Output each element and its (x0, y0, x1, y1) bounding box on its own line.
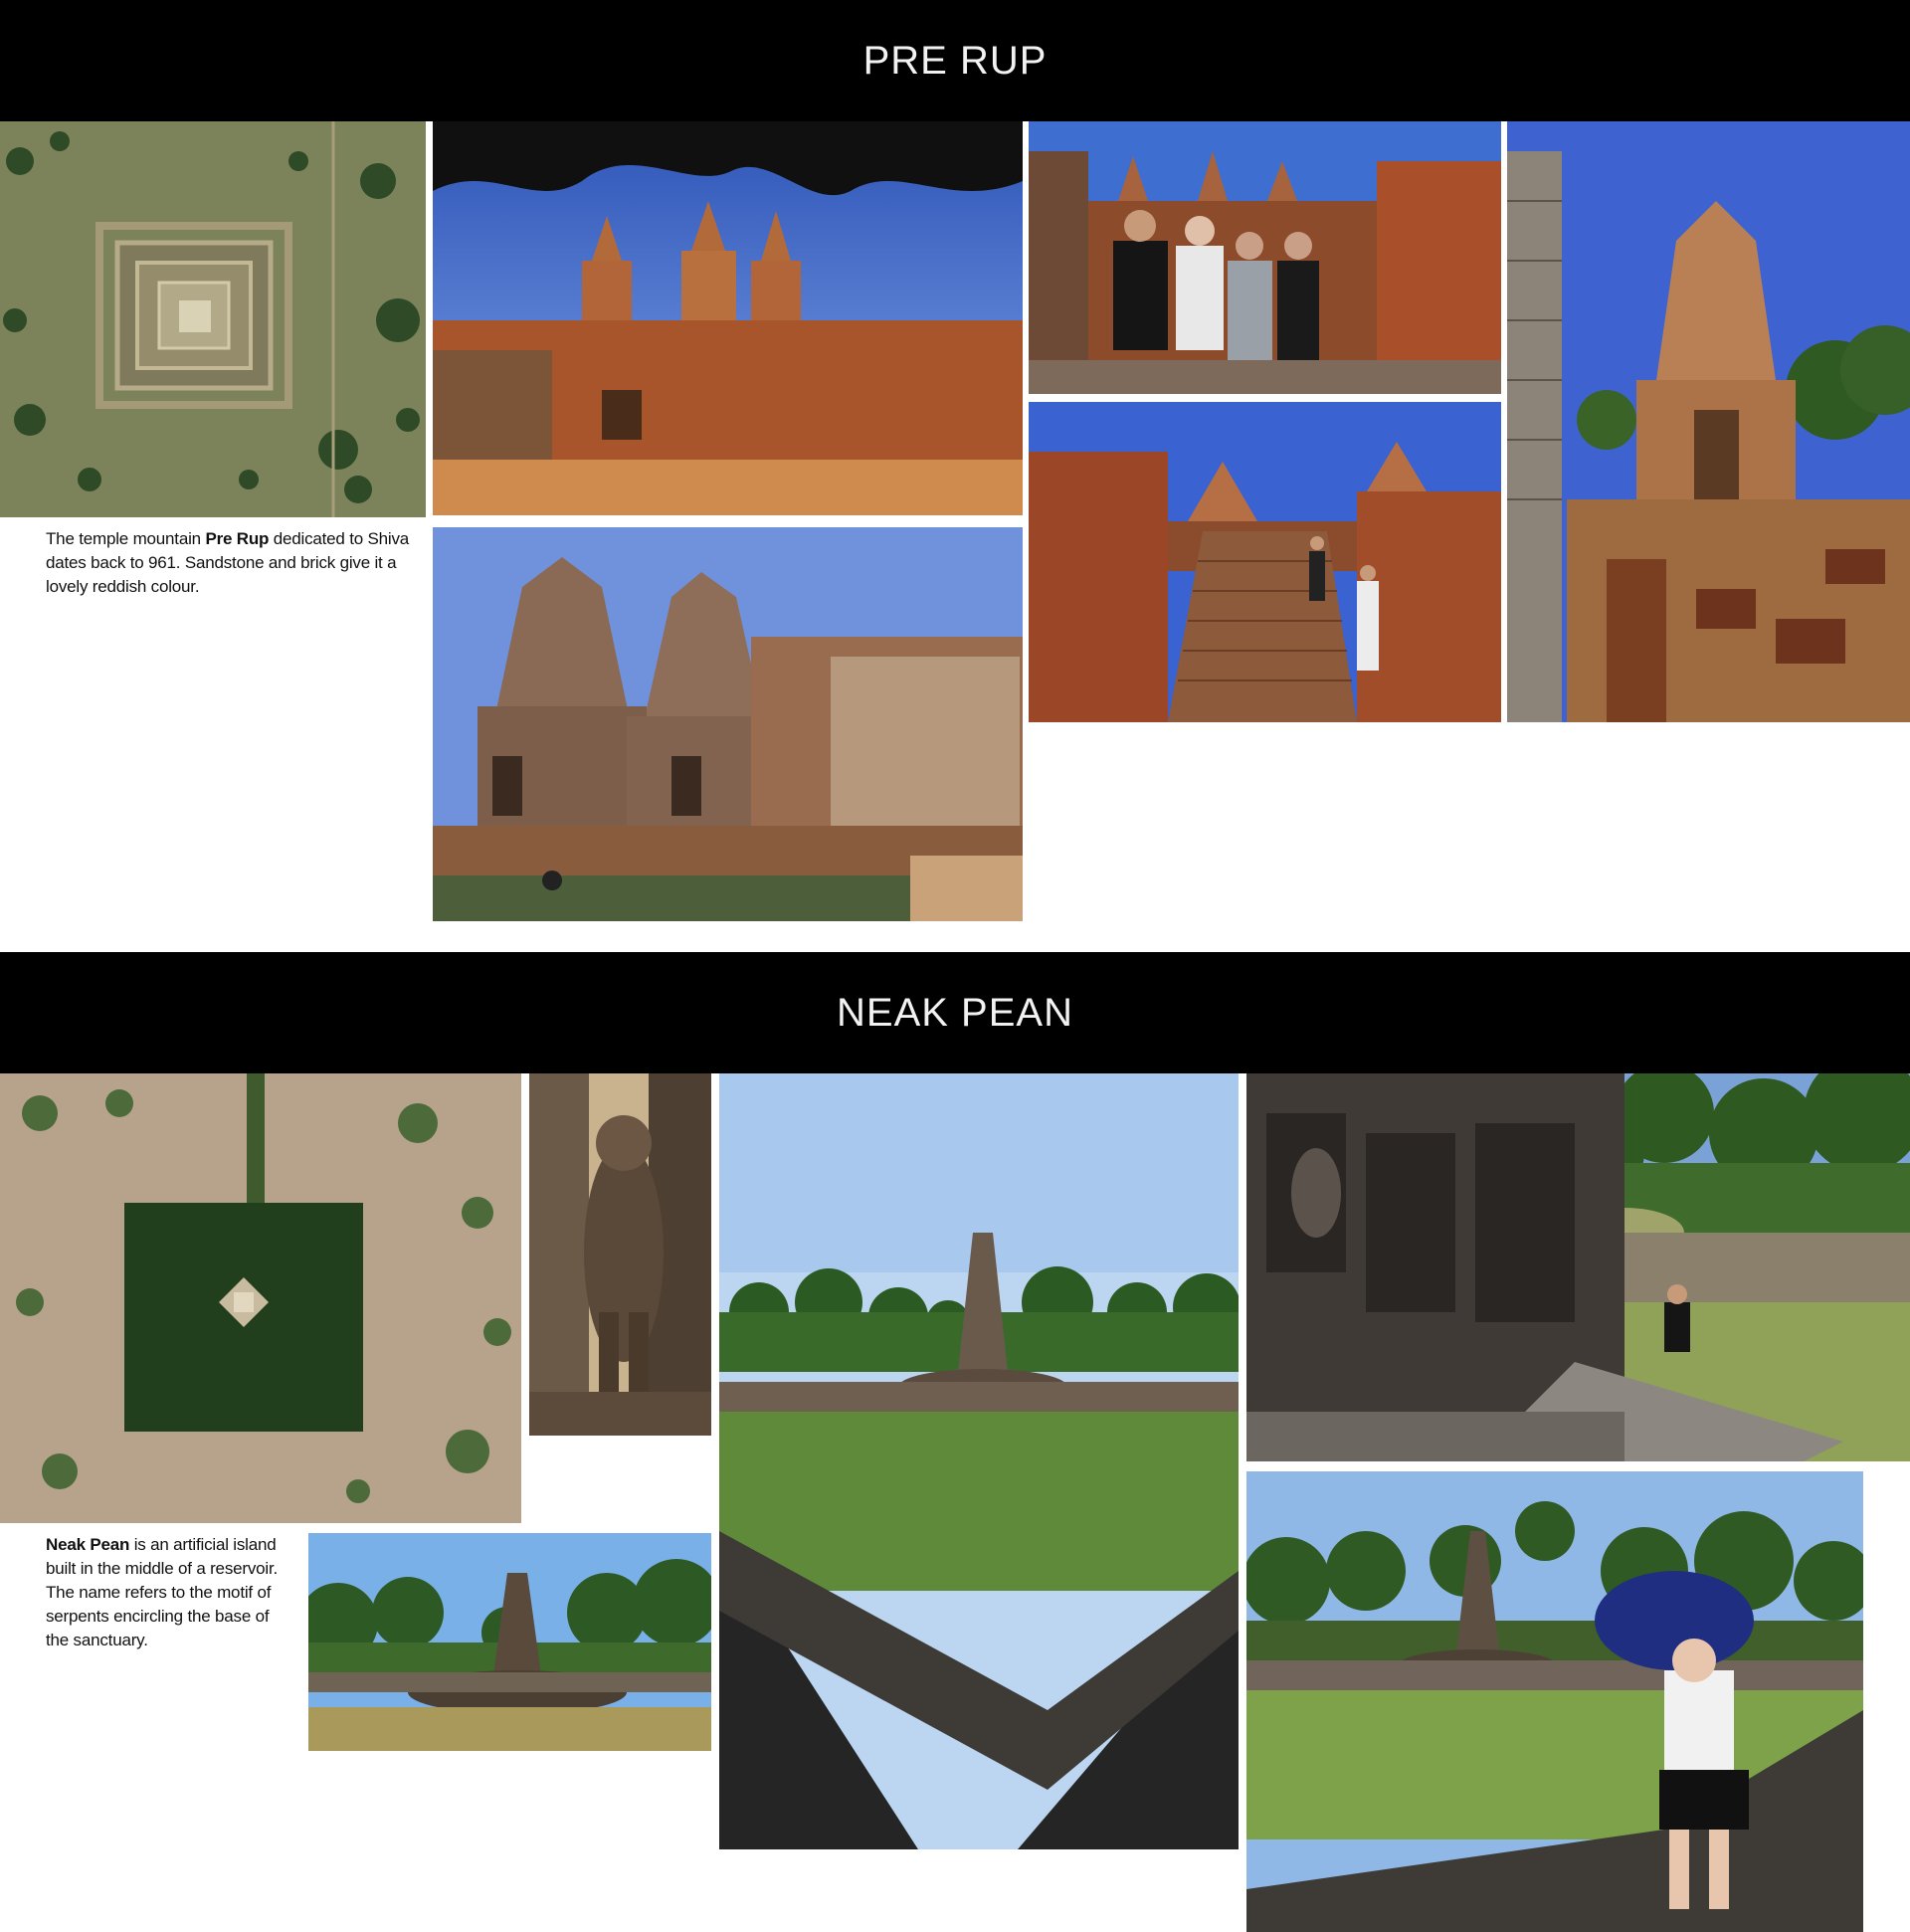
caption-highlight: Neak Pean (46, 1535, 130, 1554)
photo-tall-tower (1507, 121, 1910, 722)
aerial-photo-pre-rup (0, 121, 426, 517)
photo-carved-relief (1246, 1073, 1910, 1461)
photo-stone-walkway (719, 1073, 1239, 1849)
photo-steep-staircase (1029, 402, 1501, 722)
section-banner-neak-pean: NEAK PEAN (0, 952, 1910, 1073)
section-title: PRE RUP (862, 38, 1048, 83)
caption-neak-pean: Neak Pean is an artificial island built … (46, 1535, 279, 1649)
photo-woman-with-umbrella (1246, 1471, 1863, 1932)
photo-temple-under-trees (433, 121, 1023, 515)
photo-sanctuary-island (308, 1533, 711, 1751)
photo-group-at-temple (1029, 121, 1501, 394)
caption-pre-rup: The temple mountain Pre Rup dedicated to… (46, 529, 410, 596)
section-banner-pre-rup: PRE RUP (0, 0, 1910, 121)
photo-carved-statue (529, 1073, 711, 1436)
section-title: NEAK PEAN (837, 990, 1073, 1035)
caption-highlight: Pre Rup (205, 529, 270, 548)
aerial-photo-neak-pean (0, 1073, 521, 1523)
photo-temple-towers (433, 527, 1023, 921)
